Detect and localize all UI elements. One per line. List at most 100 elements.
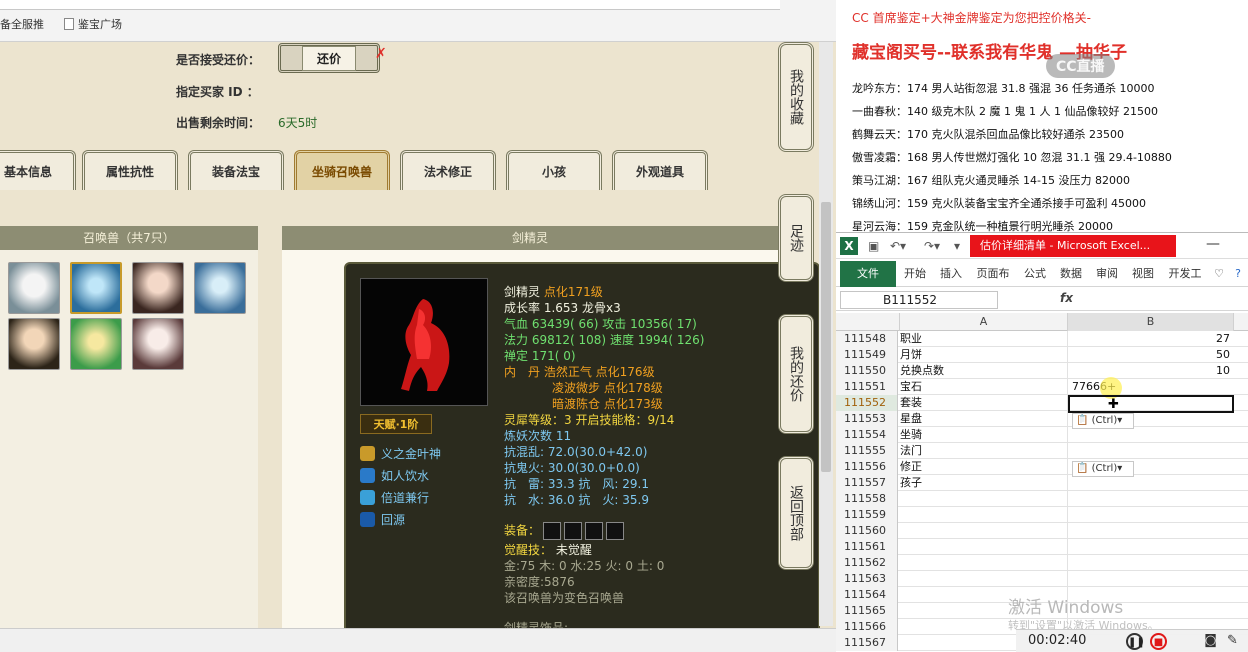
pet-thumbnail[interactable] (8, 262, 60, 314)
cell-a[interactable]: 兑换点数 (900, 363, 1068, 379)
skill-item[interactable]: 倍道兼行 (360, 488, 429, 506)
history-button[interactable]: 足迹 (778, 194, 814, 282)
cell-a[interactable] (900, 571, 1068, 587)
row-header[interactable]: 111556 (836, 459, 898, 475)
back-to-top-button[interactable]: 返回顶部 (778, 456, 814, 570)
paste-options-button[interactable]: 📋 (Ctrl)▾ (1072, 413, 1134, 429)
ribbon-tab-review[interactable]: 审阅 (1090, 261, 1124, 287)
row-header[interactable]: 111562 (836, 555, 898, 571)
row-header[interactable]: 111567 (836, 635, 898, 651)
row-header[interactable]: 111553 (836, 411, 898, 427)
pet-thumbnail[interactable] (70, 318, 122, 370)
cell-a[interactable] (900, 507, 1068, 523)
vertical-scrollbar[interactable] (819, 42, 833, 626)
selected-cell[interactable] (1068, 395, 1234, 413)
skill-item[interactable]: 回源 (360, 510, 405, 528)
cell-a[interactable]: 坐骑 (900, 427, 1068, 443)
pet-thumbnail[interactable] (132, 318, 184, 370)
my-offers-button[interactable]: 我的还价 (778, 314, 814, 434)
cell-a[interactable]: 职业 (900, 331, 1068, 347)
cell-a[interactable]: 月饼 (900, 347, 1068, 363)
row-header[interactable]: 111564 (836, 587, 898, 603)
ribbon-tab-home[interactable]: 开始 (898, 261, 932, 287)
stop-icon[interactable]: ■ (1150, 633, 1167, 650)
equip-gem-icon[interactable] (606, 522, 625, 540)
function-icon[interactable]: fx (1060, 291, 1073, 305)
row-header[interactable]: 111566 (836, 619, 898, 635)
row-header[interactable]: 111550 (836, 363, 898, 379)
horizontal-scrollbar[interactable] (0, 628, 836, 652)
row-header[interactable]: 111552 (836, 395, 898, 411)
save-icon[interactable]: ▣ (868, 239, 879, 253)
column-header-b[interactable]: B (1068, 313, 1234, 331)
my-favorites-button[interactable]: 我的收藏 (778, 42, 814, 152)
row-header[interactable]: 111565 (836, 603, 898, 619)
pause-icon[interactable]: ❚❚ (1126, 633, 1145, 650)
cell-a[interactable]: 宝石 (900, 379, 1068, 395)
cell-a[interactable]: 法门 (900, 443, 1068, 459)
cell-a[interactable]: 孩子 (900, 475, 1068, 491)
pet-thumbnail[interactable] (132, 262, 184, 314)
cell-b[interactable]: 10 (1068, 363, 1234, 379)
cell-b[interactable] (1068, 491, 1234, 507)
ribbon-tab-data[interactable]: 数据 (1054, 261, 1088, 287)
cell-b[interactable] (1068, 523, 1234, 539)
tab-mounts-pets[interactable]: 坐骑召唤兽 (294, 150, 390, 190)
equip-armor-icon[interactable] (564, 522, 583, 540)
pet-thumbnail-selected[interactable] (70, 262, 122, 314)
cell-b[interactable] (1068, 475, 1234, 491)
customize-icon[interactable]: ▾ (954, 239, 960, 253)
bookmark-item[interactable]: 鉴宝广场 (64, 16, 122, 32)
tab-children[interactable]: 小孩 (506, 150, 602, 190)
skill-item[interactable]: 如人饮水 (360, 466, 429, 484)
cell-a[interactable]: 星盘 (900, 411, 1068, 427)
redo-icon[interactable]: ↷▾ (924, 239, 940, 253)
tab-appearance[interactable]: 外观道具 (612, 150, 708, 190)
row-header[interactable]: 111558 (836, 491, 898, 507)
cell-a[interactable]: 修正 (900, 459, 1068, 475)
pet-thumbnail[interactable] (8, 318, 60, 370)
help-icon[interactable]: ? (1230, 261, 1246, 287)
row-header[interactable]: 111554 (836, 427, 898, 443)
equip-ring-icon[interactable] (543, 522, 562, 540)
undo-icon[interactable]: ↶▾ (890, 239, 906, 253)
cell-a[interactable] (900, 491, 1068, 507)
row-header[interactable]: 111559 (836, 507, 898, 523)
bookmark-item[interactable]: 备全服推 (0, 16, 44, 32)
name-box[interactable]: B111552 (840, 291, 998, 309)
paste-options-button[interactable]: 📋 (Ctrl)▾ (1072, 461, 1134, 477)
row-header[interactable]: 111551 (836, 379, 898, 395)
cell-b[interactable] (1068, 427, 1234, 443)
cell-a[interactable] (900, 539, 1068, 555)
ribbon-tab-layout[interactable]: 页面布 (970, 261, 1016, 287)
equip-amulet-icon[interactable] (585, 522, 604, 540)
cell-b[interactable]: 27 (1068, 331, 1234, 347)
tab-equipment[interactable]: 装备法宝 (188, 150, 284, 190)
row-header[interactable]: 111560 (836, 523, 898, 539)
row-header[interactable]: 111563 (836, 571, 898, 587)
row-header[interactable]: 111555 (836, 443, 898, 459)
cell-b[interactable]: 50 (1068, 347, 1234, 363)
ribbon-tab-file[interactable]: 文件 (840, 261, 896, 287)
scrollbar-thumb[interactable] (821, 202, 831, 472)
cell-b[interactable] (1068, 571, 1234, 587)
ribbon-tab-insert[interactable]: 插入 (934, 261, 968, 287)
counter-offer-button[interactable]: 还价 (278, 43, 380, 73)
tab-spell-mods[interactable]: 法术修正 (400, 150, 496, 190)
cell-b[interactable] (1068, 539, 1234, 555)
column-header-a[interactable]: A (900, 313, 1068, 331)
cell-b[interactable] (1068, 443, 1234, 459)
pet-thumbnail[interactable] (194, 262, 246, 314)
skill-item[interactable]: 义之金叶神 (360, 444, 441, 462)
collapse-ribbon-icon[interactable]: ♡ (1212, 261, 1226, 287)
address-bar[interactable] (0, 0, 780, 10)
select-all-corner[interactable] (836, 313, 900, 331)
row-header[interactable]: 111548 (836, 331, 898, 347)
pen-icon[interactable]: ✎ (1224, 633, 1241, 650)
cell-b[interactable]: 77666+ (1068, 379, 1234, 395)
cell-a[interactable] (900, 555, 1068, 571)
row-header[interactable]: 111557 (836, 475, 898, 491)
row-header[interactable]: 111549 (836, 347, 898, 363)
cell-b[interactable] (1068, 507, 1234, 523)
ribbon-tab-formulas[interactable]: 公式 (1018, 261, 1052, 287)
